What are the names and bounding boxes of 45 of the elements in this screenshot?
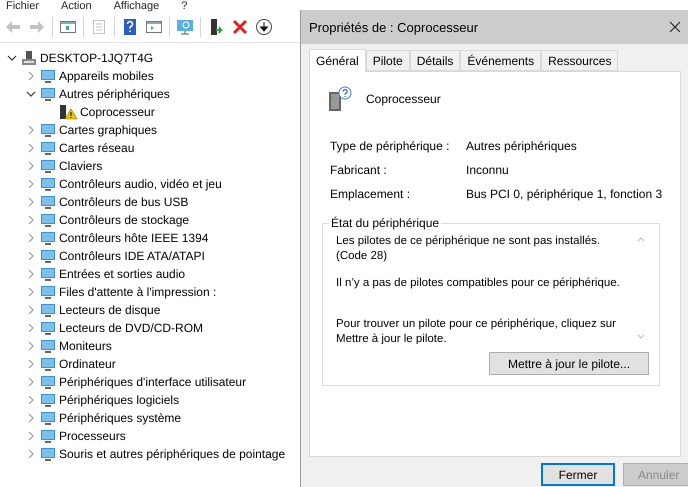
tree-item[interactable]: Cartes graphiques xyxy=(59,123,158,137)
tree-item[interactable]: Contrôleurs de bus USB xyxy=(59,195,188,209)
status-text: Les pilotes de ce périphérique ne sont pas installés. (Code 28) xyxy=(336,234,602,264)
tree-item[interactable]: Appareils mobiles xyxy=(59,69,154,83)
tree-item[interactable]: Contrôleurs hôte IEEE 1394 xyxy=(59,231,208,245)
tree-item[interactable]: Processeurs xyxy=(59,429,126,443)
tree-item[interactable]: Lecteurs de disque xyxy=(59,303,160,317)
menu-item[interactable]: Action xyxy=(61,0,92,12)
tab[interactable]: Événements xyxy=(460,50,542,71)
tree-item[interactable]: Souris et autres périphériques de pointage xyxy=(59,447,286,461)
property-label: Fabricant : xyxy=(330,163,388,177)
menu-item[interactable]: ? xyxy=(181,0,188,12)
device-name: Coprocesseur xyxy=(366,92,441,106)
menu-item[interactable]: Fichier xyxy=(6,0,40,12)
tree-item[interactable]: Moniteurs xyxy=(59,339,112,353)
tree-item[interactable]: Contrôleurs audio, vidéo et jeu xyxy=(59,177,222,191)
window-title: Propriétés de : Coprocesseur xyxy=(309,20,478,34)
tree-item[interactable]: Périphériques logiciels xyxy=(59,393,180,407)
close-button[interactable]: Fermer xyxy=(541,463,615,486)
property-label: Emplacement : xyxy=(330,187,412,201)
tab[interactable]: Détails xyxy=(410,50,460,71)
property-value: Bus PCI 0, périphérique 1, fonction 3 xyxy=(466,187,662,201)
tab[interactable]: Ressources xyxy=(541,50,618,71)
menu-item[interactable]: Affichage xyxy=(114,0,160,12)
status-text: Il n’y a pas de pilotes compatibles pour ce périphérique. xyxy=(336,276,621,291)
property-value: Autres périphériques xyxy=(466,139,577,153)
tree-item[interactable]: Contrôleurs IDE ATA/ATAPI xyxy=(59,249,205,263)
tree-item[interactable]: Lecteurs de DVD/CD-ROM xyxy=(59,321,204,335)
tree-item[interactable]: Contrôleurs de stockage xyxy=(59,213,190,227)
tab[interactable]: Pilote xyxy=(366,50,410,71)
tree-item[interactable]: Autres périphériques xyxy=(59,87,170,101)
tree-item[interactable]: Périphériques système xyxy=(59,411,182,425)
tab[interactable]: Général xyxy=(309,49,366,72)
tree-item[interactable]: Cartes réseau xyxy=(59,141,134,155)
tree-item[interactable]: Coprocesseur xyxy=(80,105,155,119)
group-title: État du périphérique xyxy=(330,216,440,230)
tree-item[interactable]: DESKTOP-1JQ7T4G xyxy=(40,51,154,65)
property-value: Inconnu xyxy=(466,163,509,177)
tree-item[interactable]: Claviers xyxy=(59,159,102,173)
tree-item[interactable]: Périphériques d'interface utilisateur xyxy=(59,375,246,389)
property-label: Type de périphérique : xyxy=(330,139,450,153)
update-driver-button[interactable]: Mettre à jour le pilote... xyxy=(489,352,649,375)
tree-item[interactable]: Files d'attente à l'impression : xyxy=(59,285,216,299)
tree-item[interactable]: Ordinateur xyxy=(59,357,116,371)
tree-item[interactable]: Entrées et sorties audio xyxy=(59,267,186,281)
